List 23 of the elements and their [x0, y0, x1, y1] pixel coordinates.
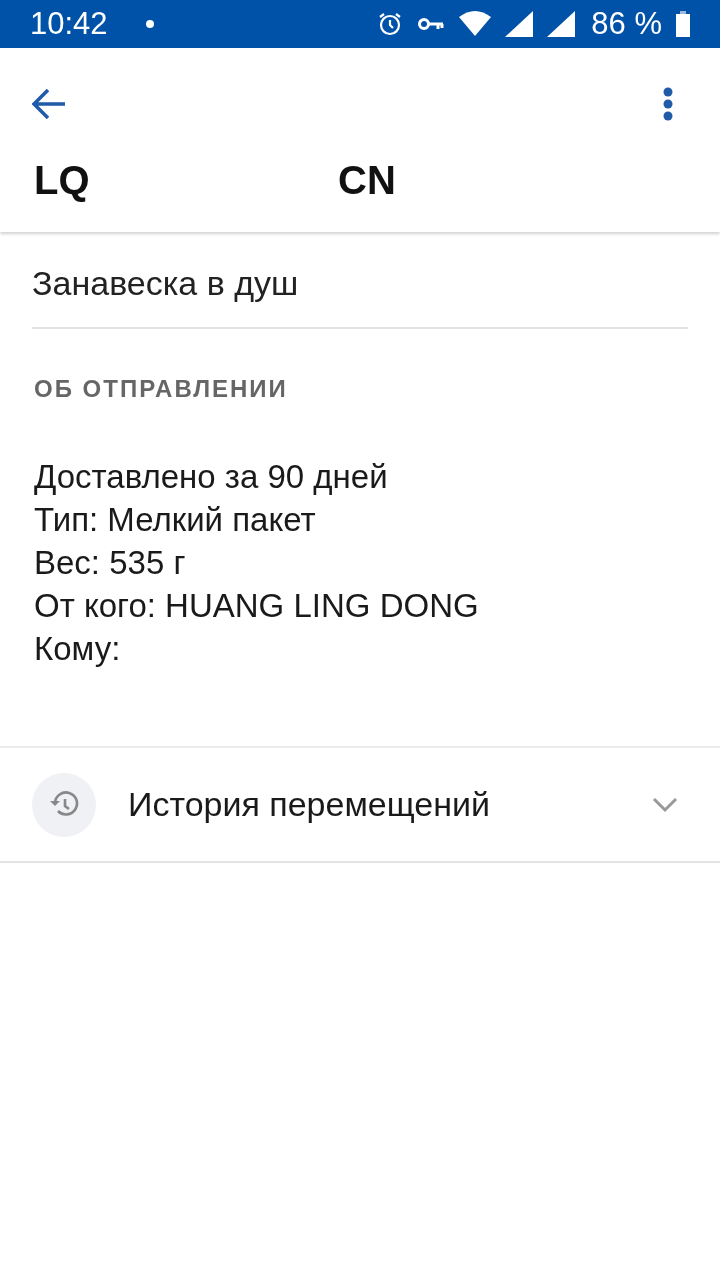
- chevron-icon: [652, 796, 678, 813]
- signal-icon: [505, 11, 534, 37]
- section-heading: ОБ ОТПРАВЛЕНИИ: [34, 375, 289, 403]
- history-icon: [32, 772, 96, 837]
- notification-dot-icon: [145, 20, 154, 28]
- key-icon: [417, 15, 446, 33]
- tracking-code: CN: [338, 160, 397, 200]
- status-time: 10:42: [30, 6, 108, 42]
- tracking-code: LQ: [34, 160, 91, 200]
- shipment-detail: Кому:: [34, 629, 122, 669]
- shipment-detail: Тип: Мелкий пакет: [34, 500, 317, 540]
- shipment-detail: Вес: 535 г: [34, 543, 187, 583]
- signal-icon: [547, 11, 576, 37]
- item-name-field[interactable]: Занавеска в душ: [32, 232, 688, 329]
- more-menu-icon[interactable]: [663, 87, 673, 121]
- battery-percent: 86 %: [591, 6, 662, 42]
- back-icon[interactable]: [32, 89, 66, 119]
- wifi-icon: [459, 11, 492, 37]
- shipment-detail: От кого: HUANG LING DONG: [34, 586, 480, 626]
- battery-icon: [676, 11, 690, 37]
- shipment-detail: Доставлено за 90 дней: [34, 457, 389, 497]
- history-label: История перемещений: [128, 785, 491, 824]
- history-row[interactable]: История перемещений: [0, 746, 720, 863]
